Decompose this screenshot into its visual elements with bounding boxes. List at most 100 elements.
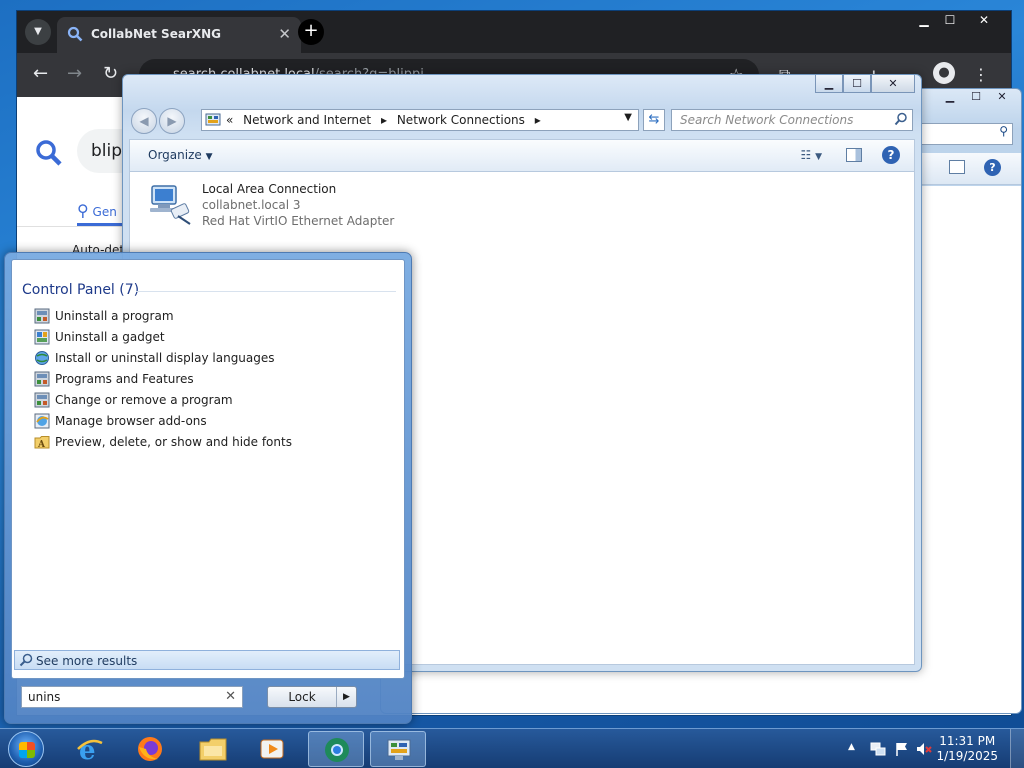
browser-tab[interactable]: CollabNet SearXNG ✕: [57, 17, 301, 53]
start-search-input[interactable]: unins ✕: [21, 686, 243, 708]
list-item-label: Programs and Features: [55, 372, 194, 386]
change-view-button[interactable]: ☷ ▼: [800, 148, 822, 162]
list-item-label: Preview, delete, or show and hide fonts: [55, 435, 292, 449]
volume-muted-icon[interactable]: [916, 741, 932, 757]
taskbar-network-control-panel[interactable]: [370, 731, 426, 767]
maximize-icon[interactable]: ☐: [963, 90, 989, 107]
command-bar: Organize ▼ ☷ ▼ ?: [129, 139, 915, 171]
view-options-icon: ☷: [800, 148, 812, 162]
close-icon[interactable]: ✕: [963, 11, 1005, 29]
firefox-icon: [138, 737, 162, 761]
internet-explorer-icon: e: [77, 736, 103, 763]
show-desktop-button[interactable]: [1010, 729, 1024, 768]
start-button[interactable]: [8, 731, 44, 767]
back-arrow-icon[interactable]: ◀: [131, 108, 157, 134]
search-icon: ⚲: [999, 124, 1008, 138]
maximize-icon[interactable]: ☐: [937, 11, 963, 29]
chevron-right-icon[interactable]: ▸: [381, 113, 387, 127]
network-tray-icon[interactable]: [870, 741, 886, 757]
list-item[interactable]: Change or remove a program: [34, 390, 394, 410]
search-input[interactable]: Search Network Connections: [671, 109, 913, 131]
tab-search-button[interactable]: ▼: [25, 19, 51, 45]
refresh-icon[interactable]: ⇆: [643, 109, 665, 131]
profile-avatar-icon[interactable]: ●: [933, 62, 955, 84]
menu-kebab-icon[interactable]: ⋮: [973, 65, 989, 84]
navigation-buttons: ◀ ▶: [131, 108, 187, 134]
breadcrumb-network-connections[interactable]: Network Connections: [397, 113, 525, 127]
breadcrumb-network-and-internet[interactable]: Network and Internet: [243, 113, 371, 127]
results-group-header: Control Panel (7): [22, 282, 140, 298]
forward-arrow-icon[interactable]: ▶: [159, 108, 185, 134]
searxng-logo-icon: [36, 140, 62, 166]
list-item[interactable]: Uninstall a program: [34, 306, 394, 326]
close-tab-icon[interactable]: ✕: [278, 25, 291, 43]
gadget-icon: [34, 329, 50, 345]
taskbar-chrome[interactable]: [308, 731, 364, 767]
connection-name: Local Area Connection: [202, 182, 337, 196]
chevron-right-icon[interactable]: ▸: [535, 113, 541, 127]
preview-pane-icon[interactable]: [949, 160, 965, 174]
list-item-label: Uninstall a gadget: [55, 330, 165, 344]
search-icon: ⚲: [77, 201, 89, 220]
tab-strip: ▼ CollabNet SearXNG ✕ + ▁ ☐ ✕: [17, 11, 1011, 53]
search-placeholder: Search Network Connections: [680, 113, 854, 127]
connection-network: collabnet.local 3: [202, 198, 301, 212]
forward-arrow-icon[interactable]: →: [67, 63, 82, 84]
close-icon[interactable]: ✕: [871, 75, 915, 93]
file-explorer-icon: [199, 738, 227, 761]
taskbar-internet-explorer[interactable]: e: [62, 731, 118, 767]
chevron-down-icon: ▼: [205, 152, 213, 162]
see-more-results-link[interactable]: See more results: [14, 650, 400, 670]
chrome-window-controls: ▁ ☐ ✕: [911, 11, 1005, 31]
list-item[interactable]: Install or uninstall display languages: [34, 348, 394, 368]
search-icon: [67, 26, 83, 42]
minimize-icon[interactable]: ▁: [815, 75, 843, 93]
lock-label: Lock: [288, 690, 316, 704]
maximize-icon[interactable]: ☐: [843, 75, 871, 93]
action-center-flag-icon[interactable]: [894, 741, 910, 757]
search-results-panel: Control Panel (7) Uninstall a program Un…: [11, 259, 405, 679]
minimize-icon[interactable]: ▁: [937, 90, 963, 107]
minimize-icon[interactable]: ▁: [911, 11, 937, 29]
clock[interactable]: 11:31 PM 1/19/2025: [936, 734, 998, 764]
show-hidden-icons-icon[interactable]: ▲: [848, 742, 855, 752]
reload-icon[interactable]: ↻: [103, 63, 118, 84]
globe-icon: [35, 351, 49, 365]
list-item[interactable]: Programs and Features: [34, 369, 394, 389]
address-bar[interactable]: « Network and Internet ▸ Network Connect…: [201, 109, 639, 131]
tab-general[interactable]: ⚲ Gen: [77, 201, 117, 220]
divider: [136, 291, 396, 292]
organize-button[interactable]: Organize ▼: [148, 148, 213, 162]
preview-pane-icon[interactable]: [846, 148, 862, 162]
chrome-icon: [325, 738, 349, 762]
tab-general-label: Gen: [92, 205, 117, 219]
list-item[interactable]: A Preview, delete, or show and hide font…: [34, 432, 394, 452]
list-item[interactable]: Uninstall a gadget: [34, 327, 394, 347]
list-item[interactable]: Manage browser add-ons: [34, 411, 394, 431]
connection-adapter: Red Hat VirtIO Ethernet Adapter: [202, 214, 395, 228]
back-arrow-icon[interactable]: ←: [33, 63, 48, 84]
fonts-folder-icon: A: [34, 436, 50, 450]
chevron-right-icon[interactable]: ▶: [336, 687, 356, 707]
network-connection-icon: [150, 185, 191, 225]
search-icon: [19, 653, 33, 667]
clock-time: 11:31 PM: [939, 734, 996, 748]
lock-button[interactable]: Lock ▶: [267, 686, 357, 708]
help-icon[interactable]: ?: [984, 159, 1001, 176]
background-window-controls: ▁ ☐ ✕: [937, 89, 1015, 107]
taskbar-firefox[interactable]: [122, 731, 178, 767]
list-item-label: Change or remove a program: [55, 393, 233, 407]
breadcrumb-overflow[interactable]: «: [226, 113, 233, 127]
taskbar-media-player[interactable]: [244, 731, 300, 767]
chevron-down-icon[interactable]: ▼: [624, 112, 632, 123]
organize-label: Organize: [148, 148, 202, 162]
new-tab-button[interactable]: +: [298, 19, 324, 45]
clear-search-icon[interactable]: ✕: [225, 689, 236, 704]
network-control-panel-icon: [387, 739, 411, 760]
internet-options-icon: [34, 413, 50, 429]
close-icon[interactable]: ✕: [989, 90, 1015, 107]
taskbar-file-explorer[interactable]: [184, 731, 240, 767]
background-search-box[interactable]: ⚲: [913, 123, 1013, 145]
programs-icon: [34, 308, 50, 324]
help-icon[interactable]: ?: [882, 146, 900, 164]
